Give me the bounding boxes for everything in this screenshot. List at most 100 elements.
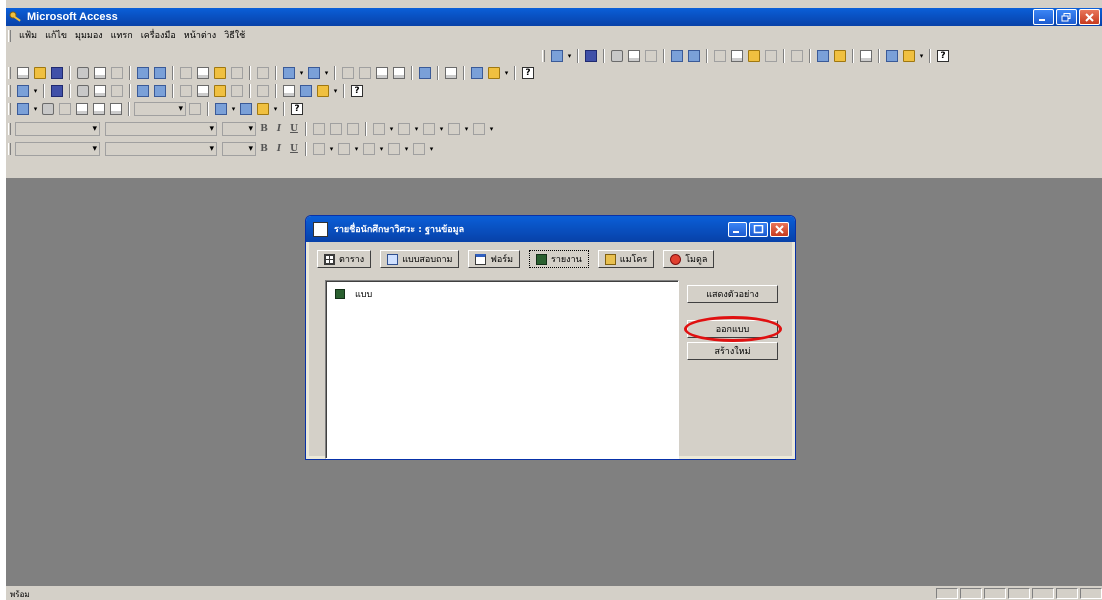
open-button[interactable]	[32, 65, 48, 81]
undo-button[interactable]	[789, 48, 805, 64]
properties-button[interactable]	[858, 48, 874, 64]
properties-button[interactable]	[281, 83, 297, 99]
toolbar-grip[interactable]	[8, 67, 11, 79]
datasheet-font-size-combo[interactable]	[222, 142, 256, 156]
new-object-button[interactable]	[255, 101, 271, 117]
save-button[interactable]	[49, 65, 65, 81]
line-color-dropdown-icon[interactable]: ▾	[378, 145, 385, 153]
special-effect-dropdown-icon[interactable]: ▾	[428, 145, 435, 153]
spelling-button[interactable]	[643, 48, 659, 64]
tab-forms[interactable]: ฟอร์ม	[468, 250, 521, 268]
database-window-title-bar[interactable]: รายชื่อนักศึกษาวิศวะ : ฐานข้อมูล	[306, 216, 795, 242]
spelling-button[interactable]	[109, 65, 125, 81]
special-effect-button[interactable]	[471, 121, 487, 137]
analyze-dropdown-icon[interactable]: ▾	[323, 69, 330, 77]
help-button[interactable]: ?	[289, 101, 305, 117]
gridlines-dropdown-icon[interactable]: ▾	[403, 145, 410, 153]
toolbar-grip[interactable]	[8, 123, 11, 135]
office-links-button[interactable]	[281, 65, 297, 81]
italic-button[interactable]: I	[272, 124, 286, 134]
print-button[interactable]	[75, 83, 91, 99]
merge-button[interactable]	[135, 83, 151, 99]
office-links-dropdown-icon[interactable]: ▾	[298, 69, 305, 77]
tab-tables[interactable]: ตาราง	[317, 250, 372, 268]
view-dropdown-icon[interactable]: ▾	[566, 52, 573, 60]
line-width-button[interactable]	[446, 121, 462, 137]
view-button[interactable]	[15, 101, 31, 117]
print-button[interactable]	[609, 48, 625, 64]
database-window-button[interactable]	[884, 48, 900, 64]
print-button[interactable]	[40, 101, 56, 117]
help-button[interactable]: ?	[520, 65, 536, 81]
database-window-button[interactable]	[298, 83, 314, 99]
office-links-button[interactable]	[213, 101, 229, 117]
cut-button[interactable]	[178, 65, 194, 81]
merge-button[interactable]	[135, 65, 151, 81]
tab-queries[interactable]: แบบสอบถาม	[380, 250, 460, 268]
save-button[interactable]	[49, 83, 65, 99]
db-close-button[interactable]	[770, 222, 789, 237]
copy-button[interactable]	[729, 48, 745, 64]
relationships-button[interactable]	[469, 65, 485, 81]
datasheet-underline-button[interactable]: U	[287, 144, 301, 154]
special-effect-dropdown-icon[interactable]: ▾	[488, 125, 495, 133]
datasheet-line-color-button[interactable]	[361, 141, 377, 157]
menu-help[interactable]: วิธีใช้	[220, 29, 249, 43]
relationships-button[interactable]	[832, 48, 848, 64]
minimize-button[interactable]	[1033, 9, 1054, 25]
menu-edit[interactable]: แก้ไข	[41, 29, 71, 43]
paste-button[interactable]	[746, 48, 762, 64]
copy-button[interactable]	[195, 65, 211, 81]
view-dropdown-icon[interactable]: ▾	[32, 105, 39, 113]
view-button[interactable]	[549, 48, 565, 64]
spelling-button[interactable]	[109, 83, 125, 99]
new-object-dropdown-icon[interactable]: ▾	[332, 87, 339, 95]
tab-modules[interactable]: โมดูล	[663, 250, 715, 268]
database-window-button[interactable]	[238, 101, 254, 117]
datasheet-font-color-button[interactable]	[336, 141, 352, 157]
new-object-dropdown-icon[interactable]: ▾	[918, 52, 925, 60]
datasheet-font-name-combo[interactable]	[105, 142, 217, 156]
gridlines-button[interactable]	[386, 141, 402, 157]
save-button[interactable]	[583, 48, 599, 64]
print-preview-button[interactable]	[626, 48, 642, 64]
analyze-table-button[interactable]	[306, 65, 322, 81]
close-preview-button[interactable]	[187, 101, 203, 117]
menu-window[interactable]: หน้าต่าง	[180, 29, 220, 43]
analyze-button[interactable]	[152, 83, 168, 99]
bold-button[interactable]: B	[257, 124, 271, 134]
align-right-button[interactable]	[345, 121, 361, 137]
multiple-pages-button[interactable]	[108, 101, 124, 117]
new-object-dropdown-icon[interactable]: ▾	[503, 69, 510, 77]
report-list[interactable]: แบบ	[325, 280, 679, 459]
underline-button[interactable]: U	[287, 124, 301, 134]
paste-button[interactable]	[212, 83, 228, 99]
toolbar-grip[interactable]	[8, 143, 11, 155]
properties-button[interactable]	[443, 65, 459, 81]
font-size-combo[interactable]	[222, 122, 256, 136]
small-icons-button[interactable]	[340, 65, 356, 81]
db-minimize-button[interactable]	[728, 222, 747, 237]
new-button[interactable]: สร้างใหม่	[687, 342, 778, 360]
help-button[interactable]: ?	[935, 48, 951, 64]
menu-insert[interactable]: แทรก	[107, 29, 137, 43]
print-preview-button[interactable]	[92, 65, 108, 81]
format-painter-button[interactable]	[229, 83, 245, 99]
menu-tools[interactable]: เครื่องมือ	[137, 29, 180, 43]
list-item[interactable]: แบบ	[335, 287, 372, 301]
toolbar-grip[interactable]	[8, 85, 11, 97]
details-view-button[interactable]	[391, 65, 407, 81]
zoom-combo[interactable]	[134, 102, 186, 116]
datasheet-effect-button[interactable]	[411, 141, 427, 157]
undo-button[interactable]	[255, 65, 271, 81]
new-button[interactable]	[15, 65, 31, 81]
menu-grip[interactable]	[8, 30, 11, 42]
large-icons-button[interactable]	[357, 65, 373, 81]
font-color-dropdown-icon[interactable]: ▾	[413, 125, 420, 133]
datasheet-fill-color-button[interactable]	[311, 141, 327, 157]
design-button[interactable]: ออกแบบ	[687, 320, 778, 338]
tab-reports[interactable]: รายงาน	[529, 250, 589, 268]
office-links-dropdown-icon[interactable]: ▾	[230, 105, 237, 113]
toolbar-grip[interactable]	[8, 103, 11, 115]
toolbar-grip[interactable]	[542, 50, 545, 62]
